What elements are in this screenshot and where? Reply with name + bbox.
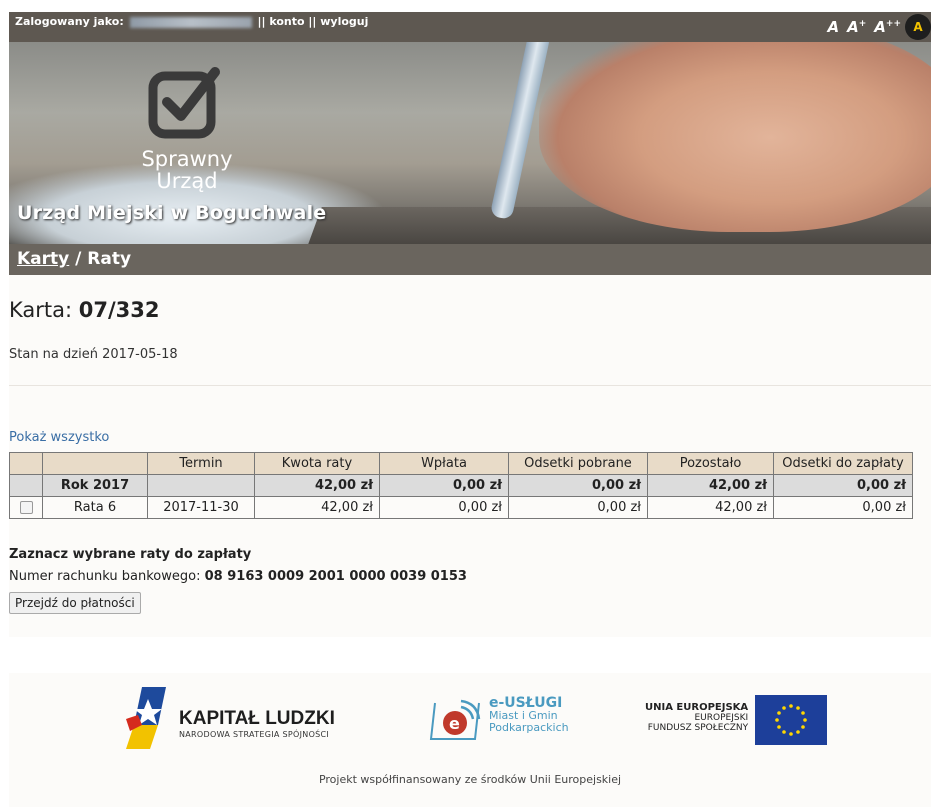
table-header-row: Termin Kwota raty Wpłata Odsetki pobrane…: [9, 452, 913, 475]
login-info: Zalogowany jako: || konto || wyloguj: [15, 15, 368, 28]
table-cell-label: Rok 2017: [42, 474, 148, 497]
kapital-ludzki-title: KAPITAŁ LUDZKI: [179, 708, 335, 729]
kapital-ludzki-subtitle: NARODOWA STRATEGIA SPÓJNOŚCI: [179, 730, 330, 739]
column-header-checkbox: [9, 452, 43, 475]
select-installments-label: Zaznacz wybrane raty do zapłaty: [9, 547, 252, 562]
kapital-ludzki-logo-icon: [126, 687, 166, 749]
table-cell-wplata: 0,00 zł: [379, 496, 509, 519]
status-date: Stan na dzień 2017-05-18: [9, 347, 178, 362]
table-cell-pozostalo: 42,00 zł: [647, 496, 774, 519]
font-size-controls: A A+ A++: [820, 18, 901, 36]
top-bar: Zalogowany jako: || konto || wyloguj A A+…: [9, 12, 931, 42]
account-link[interactable]: konto: [269, 15, 304, 28]
eu-line-2: EUROPEJSKI: [694, 713, 749, 723]
table-cell-odsetki-pobrane: 0,00 zł: [508, 474, 648, 497]
table-cell-wplata: 0,00 zł: [379, 474, 509, 497]
separator: ||: [257, 15, 270, 28]
breadcrumb-link-karty[interactable]: Karty: [17, 249, 69, 269]
font-normal-button[interactable]: A: [828, 18, 840, 36]
table-cell-checkbox: [9, 496, 43, 519]
show-all-link[interactable]: Pokaż wszystko: [9, 430, 109, 445]
table-cell: [9, 474, 43, 497]
eu-line-3: FUNDUSZ SPOŁECZNY: [647, 723, 749, 733]
office-name: Urząd Miejski w Boguchwale: [17, 202, 327, 224]
table-cell-label: Rata 6: [42, 496, 148, 519]
breadcrumb-current: Raty: [87, 249, 132, 269]
installment-checkbox[interactable]: [19, 501, 33, 514]
breadcrumb: Karty / Raty: [9, 244, 931, 275]
breadcrumb-separator: /: [69, 249, 88, 269]
logo-line-1: Sprawny: [141, 147, 233, 171]
go-to-payment-button[interactable]: Przejdź do płatności: [9, 592, 141, 614]
bank-account-label: Numer rachunku bankowego:: [9, 569, 205, 584]
card-label: Karta:: [9, 298, 79, 322]
font-large-button[interactable]: A+: [847, 18, 866, 36]
banner-hand-image: [539, 42, 931, 232]
blurred-username: [129, 16, 252, 28]
svg-text:e: e: [449, 714, 460, 733]
logout-link[interactable]: wyloguj: [320, 15, 368, 28]
header-banner: Sprawny Urząd Urząd Miejski w Boguchwale: [9, 42, 931, 244]
column-header-termin: Termin: [147, 452, 255, 475]
table-cell-termin: [147, 474, 255, 497]
column-header-kwota: Kwota raty: [254, 452, 380, 475]
font-large-letter: A: [847, 18, 859, 36]
footer: KAPITAŁ LUDZKI NARODOWA STRATEGIA SPÓJNO…: [9, 673, 931, 807]
table-row: Rata 6 2017-11-30 42,00 zł 0,00 zł 0,00 …: [9, 496, 913, 519]
eu-line-1: UNIA EUROPEJSKA: [645, 702, 749, 713]
column-header-label: [42, 452, 148, 475]
column-header-wplata: Wpłata: [379, 452, 509, 475]
divider: [9, 385, 931, 386]
table-row-year: Rok 2017 42,00 zł 0,00 zł 0,00 zł 42,00 …: [9, 474, 913, 497]
table-cell-pozostalo: 42,00 zł: [647, 474, 774, 497]
bank-account-number: 08 9163 0009 2001 0000 0039 0153: [204, 569, 467, 584]
table-cell-kwota: 42,00 zł: [254, 496, 380, 519]
e-uslugi-line-3: Podkarpackich: [489, 721, 569, 734]
page-title: Karta: 07/332: [9, 298, 160, 322]
contrast-button[interactable]: A: [905, 14, 931, 40]
column-header-odsetki-pobrane: Odsetki pobrane: [508, 452, 648, 475]
table-cell-termin: 2017-11-30: [147, 496, 255, 519]
e-uslugi-logo-icon: e: [429, 699, 481, 740]
logo-text: Sprawny Urząd: [127, 148, 247, 192]
font-xlarge-button[interactable]: A++: [874, 18, 901, 36]
eu-flag-icon: [755, 695, 827, 745]
checkbox-logo-icon: [148, 67, 220, 139]
login-label: Zalogowany jako:: [15, 15, 124, 28]
main-content: Karta: 07/332 Stan na dzień 2017-05-18 P…: [9, 275, 931, 637]
font-large-sup: +: [858, 19, 867, 29]
table-cell-kwota: 42,00 zł: [254, 474, 380, 497]
font-xlarge-letter: A: [874, 18, 886, 36]
table-cell-odsetki-pobrane: 0,00 zł: [508, 496, 648, 519]
installments-table: Termin Kwota raty Wpłata Odsetki pobrane…: [9, 452, 913, 519]
bank-account: Numer rachunku bankowego: 08 9163 0009 2…: [9, 569, 467, 584]
column-header-odsetki-do-zaplaty: Odsetki do zapłaty: [773, 452, 913, 475]
card-number: 07/332: [78, 298, 160, 322]
table-cell-odsetki-do-zaplaty: 0,00 zł: [773, 496, 913, 519]
kapital-ludzki-text: KAPITAŁ LUDZKI NARODOWA STRATEGIA SPÓJNO…: [179, 708, 335, 739]
project-note: Projekt współfinansowany ze środków Unii…: [318, 773, 622, 786]
column-header-pozostalo: Pozostało: [647, 452, 774, 475]
table-cell-odsetki-do-zaplaty: 0,00 zł: [773, 474, 913, 497]
separator: ||: [308, 15, 321, 28]
logo-line-2: Urząd: [156, 169, 218, 193]
e-uslugi-text: e-USŁUGI Miast i Gmin Podkarpackich: [489, 696, 569, 734]
eu-text: UNIA EUROPEJSKA EUROPEJSKI FUNDUSZ SPOŁE…: [645, 702, 749, 734]
font-xlarge-sup: ++: [885, 19, 901, 29]
